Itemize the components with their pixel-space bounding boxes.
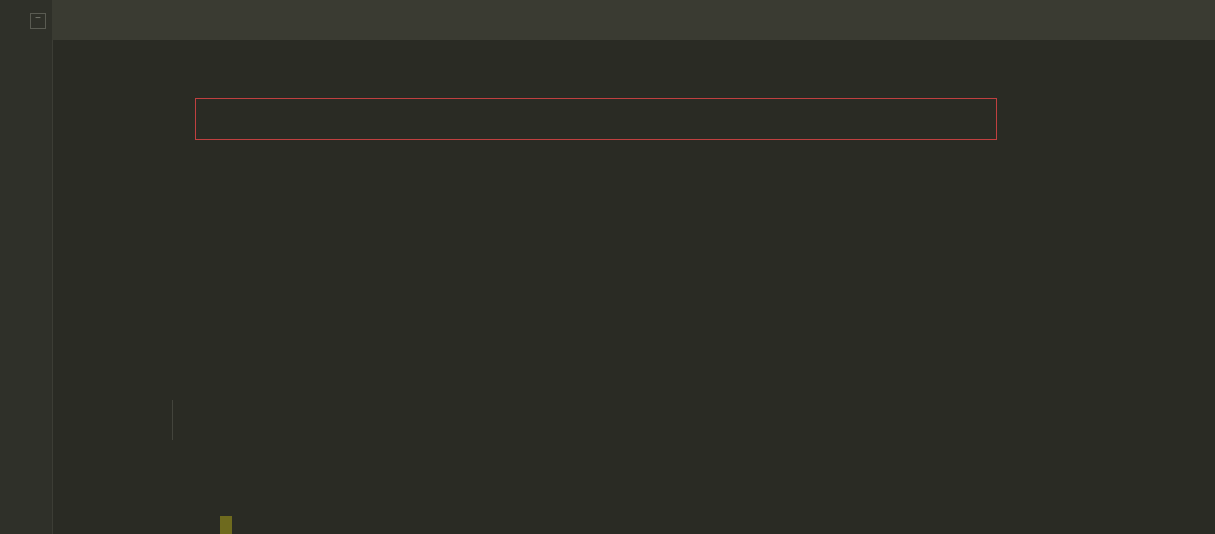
code-content[interactable]: if(imInfo.isConfig==1 && reg.test(imInfo… bbox=[52, 0, 1215, 534]
annotation-rectangle bbox=[195, 98, 997, 140]
line-number-gutter[interactable]: − bbox=[0, 0, 53, 534]
code-line[interactable] bbox=[52, 400, 1215, 440]
code-editor[interactable]: − if(imInfo.isConfig==1 && reg.test(imIn… bbox=[0, 0, 1215, 534]
brace-match-highlight bbox=[220, 516, 232, 534]
fold-toggle-icon[interactable]: − bbox=[30, 13, 46, 29]
